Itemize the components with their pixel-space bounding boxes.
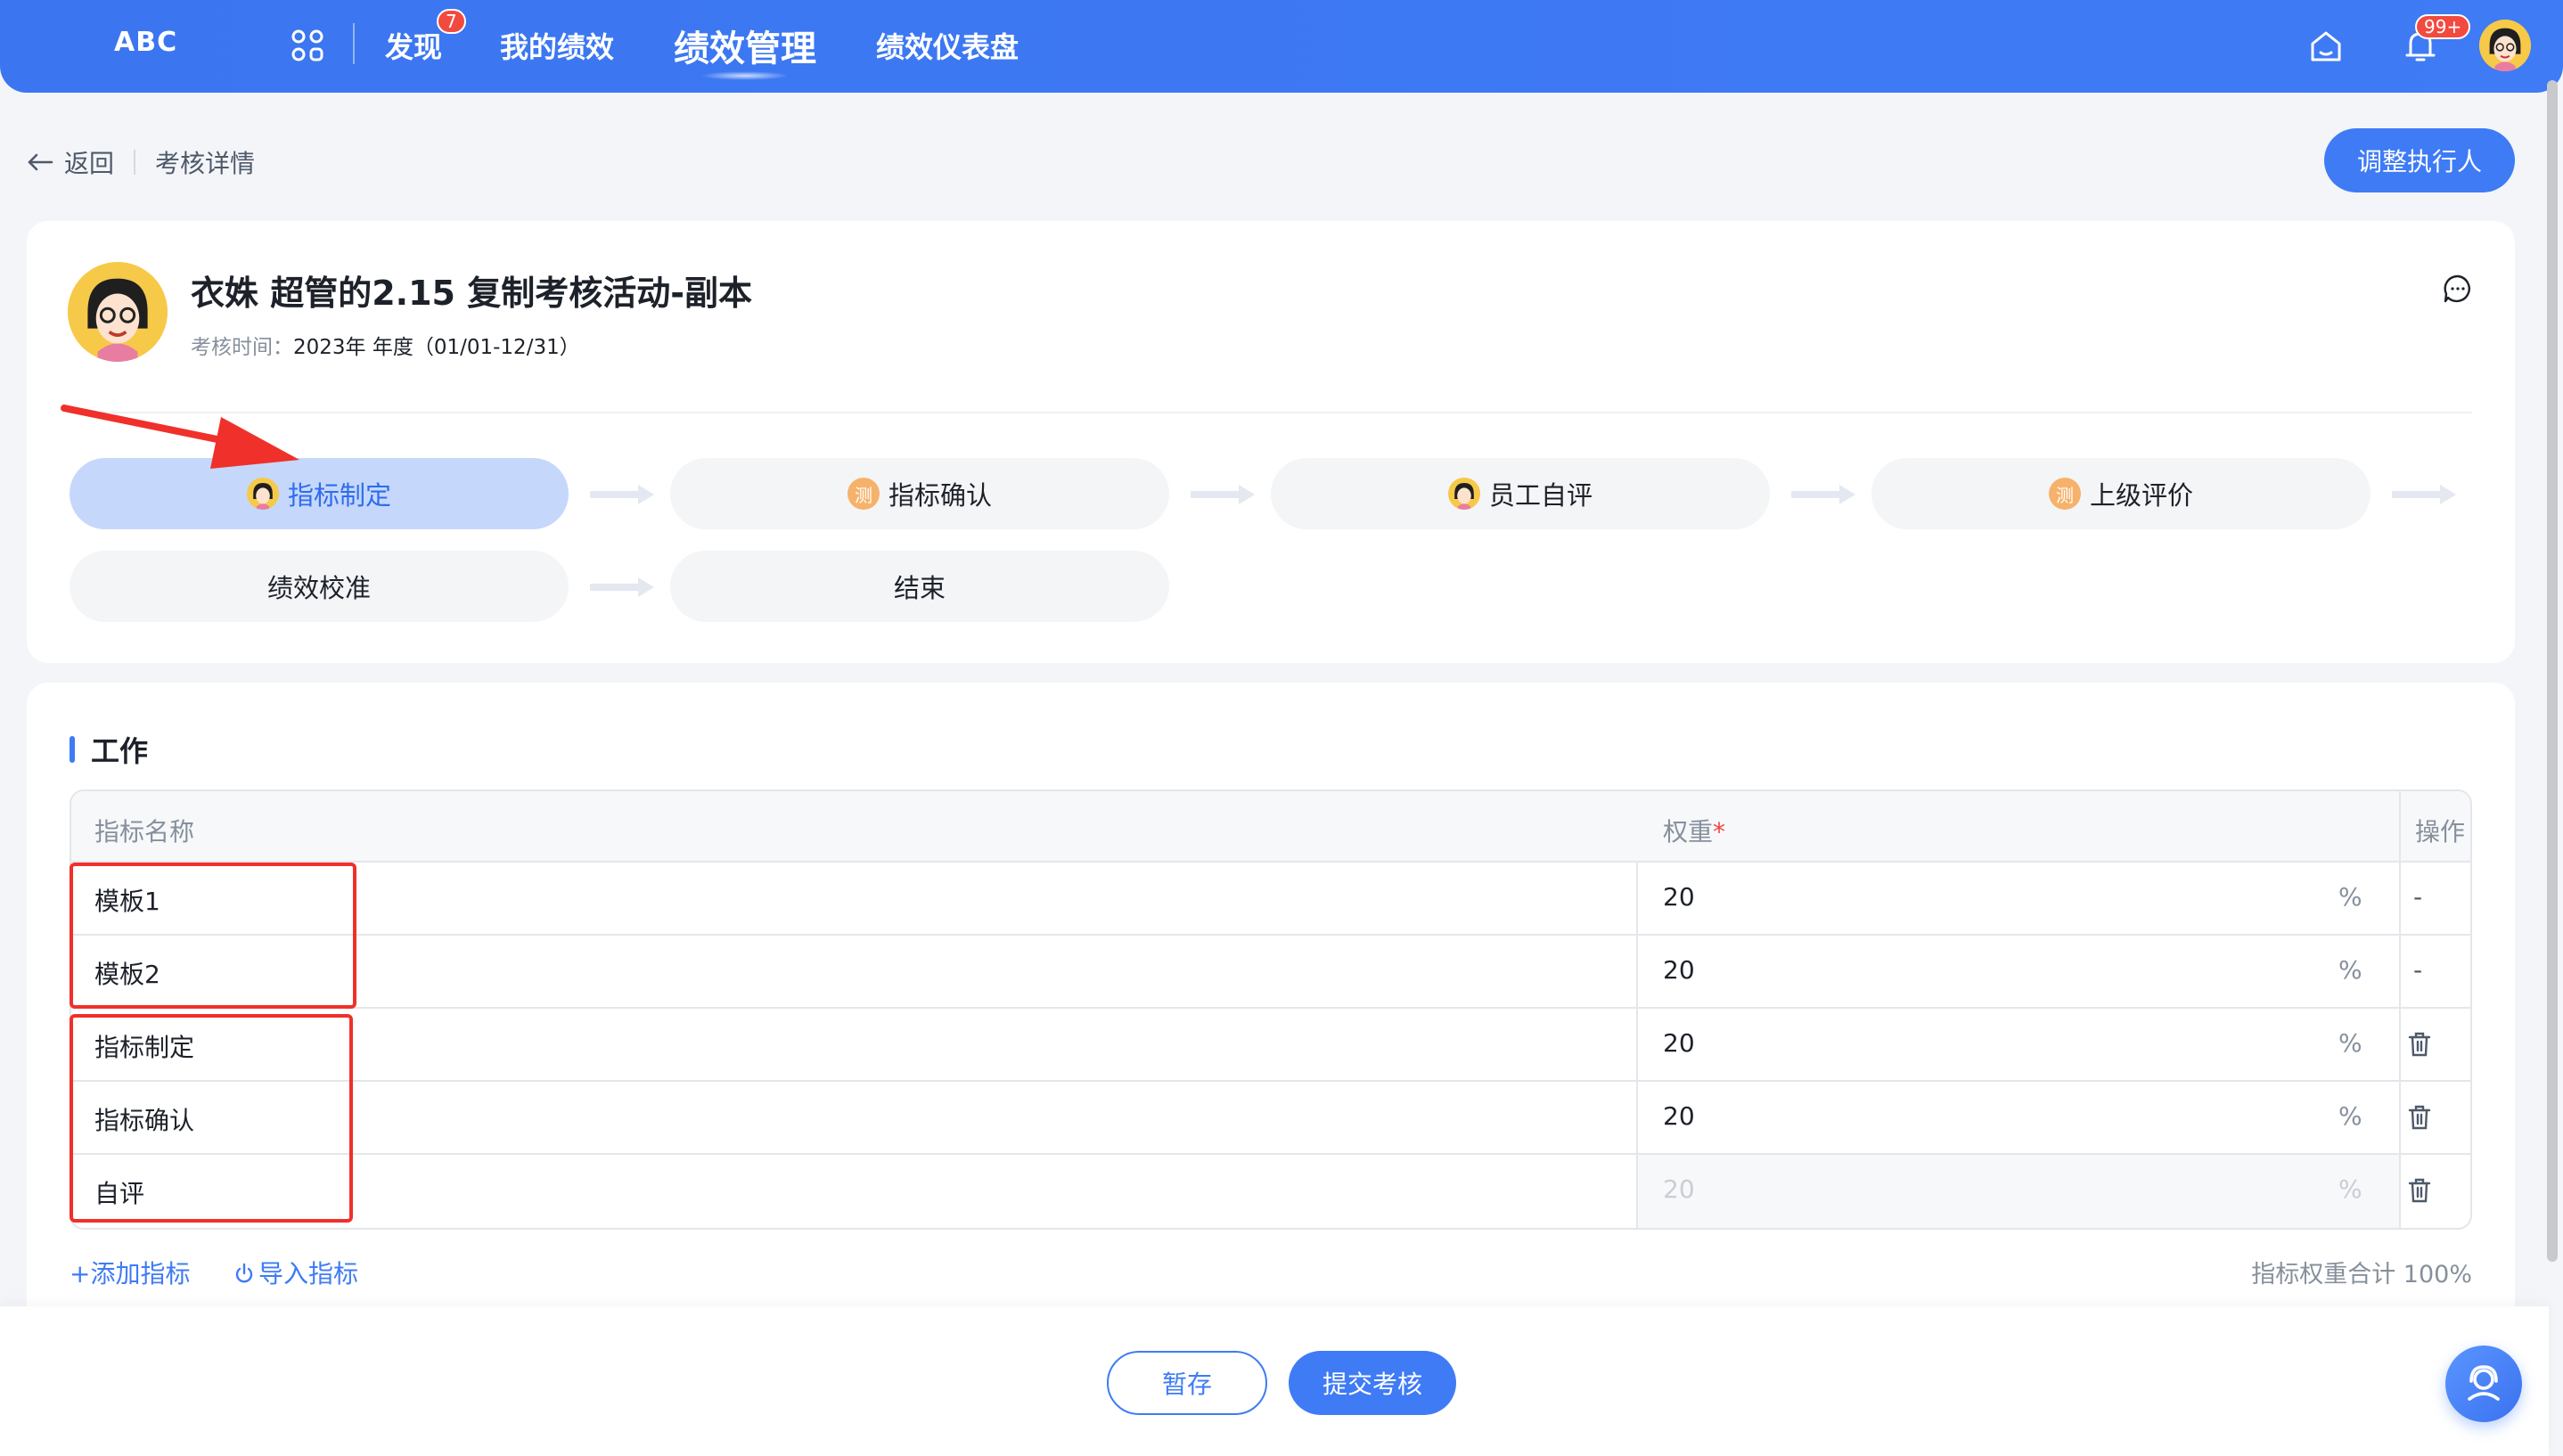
notification-badge: 99+ bbox=[2415, 14, 2471, 39]
flow-arrow-icon bbox=[1791, 485, 1855, 504]
review-time-label: 考核时间： bbox=[191, 336, 293, 359]
add-indicator-link[interactable]: +添加指标 bbox=[70, 1255, 190, 1290]
nav-item-my-performance[interactable]: 我的绩效 bbox=[500, 25, 614, 66]
indicator-section-card: 工作 指标名称 权重* 操作 模板1 20 % - 模板2 20 % - 指标制… bbox=[27, 683, 2515, 1413]
step-label: 绩效校准 bbox=[266, 573, 371, 603]
app-logo[interactable]: ABC bbox=[114, 27, 177, 58]
weight-total: 指标权重合计 100% bbox=[2251, 1261, 2472, 1288]
column-divider bbox=[1636, 936, 1638, 1007]
weight-unit: % bbox=[2338, 882, 2362, 912]
flow-arrow-icon bbox=[590, 577, 654, 597]
delete-icon[interactable] bbox=[2406, 1176, 2433, 1205]
home-icon[interactable] bbox=[2308, 29, 2344, 64]
step-manager-evaluation[interactable]: 测 上级评价 bbox=[1871, 458, 2371, 529]
annotation-highlight-box bbox=[70, 1014, 353, 1223]
adjust-executor-button[interactable]: 调整执行人 bbox=[2324, 128, 2515, 192]
review-title: 衣姝 超管的2.15 复制考核活动-副本 bbox=[191, 274, 752, 313]
step-indicator-confirm[interactable]: 测 指标确认 bbox=[670, 458, 1169, 529]
weight-input-disabled: 20 bbox=[1663, 1174, 1695, 1204]
column-divider bbox=[1636, 1155, 1638, 1228]
customer-service-button[interactable] bbox=[2445, 1346, 2522, 1422]
import-icon bbox=[235, 1263, 253, 1283]
nav-item-performance-dashboard[interactable]: 绩效仪表盘 bbox=[876, 25, 1019, 66]
annotation-highlight-box bbox=[70, 863, 356, 1009]
comment-icon[interactable] bbox=[2442, 273, 2474, 305]
table-row: 模板1 20 % - bbox=[71, 863, 2470, 936]
back-link[interactable]: 返回 bbox=[64, 144, 114, 180]
weight-unit: % bbox=[2338, 1101, 2362, 1131]
nav-item-discover[interactable]: 发现 7 bbox=[385, 9, 466, 66]
column-header-weight-label: 权重 bbox=[1663, 817, 1714, 847]
nav-divider bbox=[353, 23, 355, 64]
nav-item-label: 发现 bbox=[385, 30, 443, 64]
import-indicator-label: 导入指标 bbox=[258, 1259, 359, 1288]
step-test-icon: 测 bbox=[2048, 478, 2081, 510]
section-title: 工作 bbox=[70, 729, 148, 770]
submit-review-button[interactable]: 提交考核 bbox=[1289, 1351, 1456, 1415]
no-action: - bbox=[2413, 955, 2423, 985]
customer-service-icon bbox=[2468, 1365, 2500, 1401]
breadcrumb: 返回 考核详情 bbox=[27, 144, 255, 180]
step-self-evaluation[interactable]: 员工自评 bbox=[1271, 458, 1770, 529]
weight-input[interactable]: 20 bbox=[1663, 955, 1695, 985]
flow-arrow-icon bbox=[590, 485, 654, 504]
card-divider bbox=[70, 412, 2472, 413]
table-row: 指标制定 20 % bbox=[71, 1009, 2470, 1082]
review-time-value: 2023年 年度（01/01-12/31） bbox=[293, 336, 580, 359]
column-header-name: 指标名称 bbox=[94, 817, 195, 847]
annotation-arrow-icon bbox=[61, 405, 299, 469]
breadcrumb-current: 考核详情 bbox=[155, 149, 256, 178]
delete-icon[interactable] bbox=[2406, 1103, 2433, 1132]
review-info-card: 衣姝 超管的2.15 复制考核活动-副本 考核时间：2023年 年度（01/01… bbox=[27, 221, 2515, 663]
step-calibration[interactable]: 绩效校准 bbox=[70, 551, 569, 622]
table-row: 自评 20 % bbox=[71, 1155, 2470, 1228]
weight-input[interactable]: 20 bbox=[1663, 882, 1695, 912]
table-row: 模板2 20 % - bbox=[71, 936, 2470, 1009]
no-action: - bbox=[2413, 882, 2423, 912]
column-header-op: 操作 bbox=[2415, 817, 2466, 847]
table-header: 指标名称 权重* 操作 bbox=[71, 791, 2470, 863]
weight-unit: % bbox=[2338, 955, 2362, 985]
vertical-scrollbar[interactable] bbox=[2547, 80, 2558, 1262]
import-indicator-link[interactable]: 导入指标 bbox=[233, 1255, 358, 1290]
user-avatar[interactable] bbox=[2479, 20, 2531, 71]
indicator-table: 指标名称 权重* 操作 模板1 20 % - 模板2 20 % - 指标制定 2… bbox=[70, 789, 2472, 1230]
back-arrow-icon[interactable] bbox=[27, 151, 53, 173]
step-end[interactable]: 结束 bbox=[670, 551, 1169, 622]
required-mark: * bbox=[1713, 817, 1726, 847]
employee-avatar bbox=[68, 262, 168, 362]
step-label: 指标确认 bbox=[888, 480, 992, 511]
column-header-weight: 权重* bbox=[1663, 813, 1725, 848]
disabled-cell-background bbox=[1636, 1155, 2399, 1228]
review-time: 考核时间：2023年 年度（01/01-12/31） bbox=[191, 330, 580, 360]
table-row: 指标确认 20 % bbox=[71, 1082, 2470, 1155]
column-divider bbox=[1636, 863, 1638, 934]
discover-badge: 7 bbox=[437, 9, 466, 34]
step-label: 上级评价 bbox=[2089, 480, 2193, 511]
column-divider bbox=[1636, 1082, 1638, 1153]
nav-item-performance-management[interactable]: 绩效管理 bbox=[674, 20, 816, 80]
save-draft-button[interactable]: 暂存 bbox=[1107, 1351, 1267, 1415]
weight-input[interactable]: 20 bbox=[1663, 1101, 1695, 1131]
step-avatar-icon bbox=[1447, 478, 1480, 510]
top-navigation-bar: ABC 发现 7 我的绩效 绩效管理 绩效仪表盘 99+ bbox=[0, 0, 2563, 93]
flow-arrow-icon bbox=[2392, 485, 2456, 504]
apps-icon[interactable] bbox=[291, 29, 324, 62]
step-test-icon: 测 bbox=[847, 478, 880, 510]
weight-input[interactable]: 20 bbox=[1663, 1028, 1695, 1058]
breadcrumb-separator bbox=[134, 150, 136, 175]
flow-arrow-icon bbox=[1191, 485, 1255, 504]
step-label: 员工自评 bbox=[1488, 480, 1593, 511]
column-divider bbox=[1636, 1009, 1638, 1080]
step-label: 结束 bbox=[893, 573, 946, 603]
weight-unit: % bbox=[2338, 1174, 2362, 1204]
weight-unit: % bbox=[2338, 1028, 2362, 1058]
delete-icon[interactable] bbox=[2406, 1030, 2433, 1059]
bottom-action-bar: 暂存 提交考核 bbox=[0, 1306, 2549, 1456]
